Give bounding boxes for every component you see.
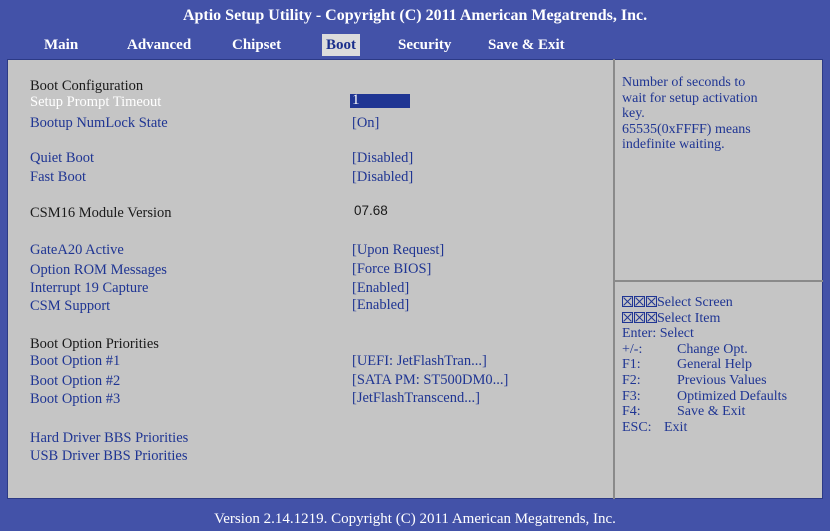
tab-main[interactable]: Main: [40, 34, 82, 56]
key-row-change: +/-: Change Opt.: [622, 342, 822, 358]
quiet-boot-label[interactable]: Quiet Boot: [30, 150, 94, 166]
key-label: F1:: [622, 357, 641, 373]
tab-advanced[interactable]: Advanced: [123, 34, 195, 56]
tab-chipset[interactable]: Chipset: [228, 34, 285, 56]
key-row-f3: F3: Optimized Defaults: [622, 389, 822, 405]
key-desc: Enter: Select: [622, 326, 694, 342]
key-desc: Save & Exit: [677, 404, 746, 420]
quiet-boot-value[interactable]: [Disabled]: [352, 150, 413, 166]
key-label: F3:: [622, 388, 641, 404]
hdd-bbs-priorities[interactable]: Hard Driver BBS Priorities: [30, 430, 188, 446]
usb-bbs-priorities[interactable]: USB Driver BBS Priorities: [30, 448, 188, 464]
option-rom-value[interactable]: [Force BIOS]: [352, 261, 431, 277]
boot-option-1-value[interactable]: [UEFI: JetFlashTran...]: [352, 353, 487, 369]
help-line: indefinite waiting.: [622, 137, 725, 152]
boot-option-3-value[interactable]: [JetFlashTranscend...]: [352, 390, 480, 406]
setup-prompt-timeout-value[interactable]: 1: [352, 92, 360, 108]
csm16-version-value: 07.68: [354, 203, 388, 218]
help-line: wait for setup activation: [622, 90, 758, 106]
csm16-version-label: CSM16 Module Version: [30, 205, 172, 221]
key-label: ESC:: [622, 419, 652, 435]
csm-support-label[interactable]: CSM Support: [30, 298, 110, 314]
key-row-f1: F1: General Help: [622, 357, 822, 373]
csm-support-value[interactable]: [Enabled]: [352, 297, 409, 313]
arrow-up-down-icon: [622, 311, 658, 327]
bootup-numlock-label[interactable]: Bootup NumLock State: [30, 115, 168, 131]
interrupt19-label[interactable]: Interrupt 19 Capture: [30, 280, 148, 296]
fast-boot-label[interactable]: Fast Boot: [30, 169, 86, 185]
window-title: Aptio Setup Utility - Copyright (C) 2011…: [0, 0, 830, 32]
key-label: F4:: [622, 404, 641, 420]
key-desc: Previous Values: [677, 372, 767, 388]
key-desc: Change Opt.: [677, 341, 748, 357]
help-line: Number of seconds to: [622, 75, 746, 90]
help-line: key.: [622, 106, 645, 121]
key-row-select-screen: Select Screen: [622, 295, 822, 311]
tab-save-exit[interactable]: Save & Exit: [484, 34, 569, 56]
gatea20-value[interactable]: [Upon Request]: [352, 242, 444, 258]
boot-configuration-heading: Boot Configuration: [30, 78, 144, 94]
key-row-f4: F4: Save & Exit: [622, 404, 822, 420]
panel-divider-horizontal: [615, 280, 823, 282]
key-label: F2:: [622, 372, 641, 388]
boot-priorities-heading: Boot Option Priorities: [30, 336, 159, 352]
version-footer: Version 2.14.1219. Copyright (C) 2011 Am…: [214, 511, 616, 527]
key-row-esc: ESC: Exit: [622, 420, 822, 436]
tab-boot[interactable]: Boot: [322, 34, 360, 56]
key-row-f2: F2: Previous Values: [622, 373, 822, 389]
help-line: 65535(0xFFFF) means: [622, 121, 751, 137]
key-row-enter: Enter: Select: [622, 326, 822, 342]
boot-option-3-label[interactable]: Boot Option #3: [30, 391, 120, 407]
fast-boot-value[interactable]: [Disabled]: [352, 169, 413, 185]
key-desc: Select Screen: [657, 295, 733, 310]
arrow-left-right-icon: [622, 295, 658, 311]
key-desc: Select Item: [657, 310, 721, 326]
tab-bar: Main Advanced Chipset Boot Security Save…: [0, 32, 830, 58]
boot-option-2-value[interactable]: [SATA PM: ST500DM0...]: [352, 372, 508, 388]
key-desc: Optimized Defaults: [677, 388, 788, 404]
key-row-select-item: Select Item: [622, 311, 822, 327]
key-desc: General Help: [677, 357, 753, 373]
key-legend: Select Screen Select Item Enter: Select …: [622, 295, 822, 435]
option-rom-label[interactable]: Option ROM Messages: [30, 262, 167, 278]
help-text: Number of seconds to wait for setup acti…: [622, 75, 817, 153]
tab-security[interactable]: Security: [394, 34, 455, 56]
setup-prompt-timeout-label[interactable]: Setup Prompt Timeout: [30, 94, 161, 110]
panel-divider-vertical: [613, 59, 615, 499]
interrupt19-value[interactable]: [Enabled]: [352, 280, 409, 296]
gatea20-label[interactable]: GateA20 Active: [30, 242, 124, 258]
key-desc: Exit: [664, 419, 688, 435]
boot-option-1-label[interactable]: Boot Option #1: [30, 353, 120, 369]
boot-option-2-label[interactable]: Boot Option #2: [30, 373, 120, 389]
bootup-numlock-value[interactable]: [On]: [352, 115, 379, 131]
key-label: +/-:: [622, 341, 643, 357]
